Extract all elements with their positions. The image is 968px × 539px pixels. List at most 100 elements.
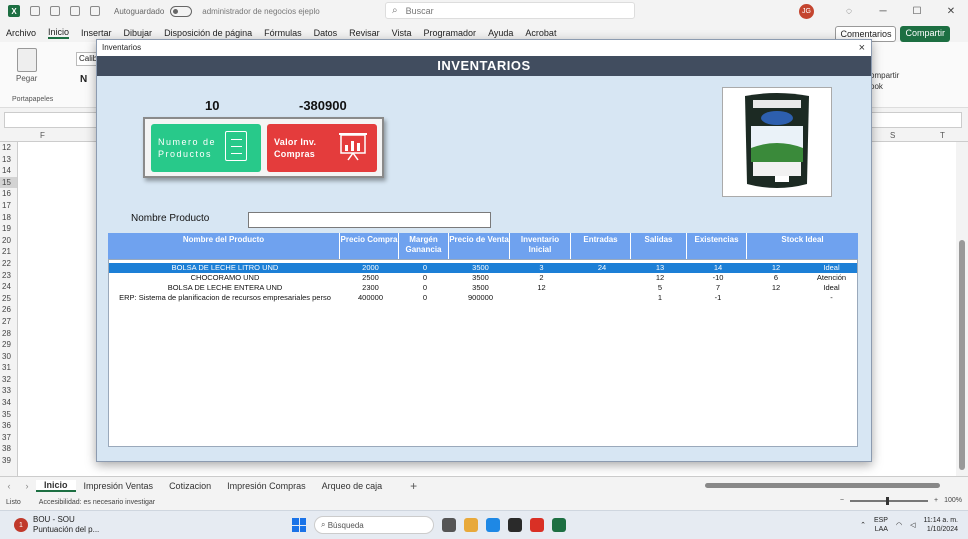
col-margen-ganancia[interactable]: Margén Ganancia (399, 233, 449, 259)
app-icon[interactable] (508, 518, 522, 532)
excel-search-box[interactable]: ⌕ Buscar (385, 2, 635, 19)
col-precio-venta[interactable]: Precio de Venta (449, 233, 510, 259)
menu-formulas[interactable]: Fórmulas (264, 28, 302, 38)
col-nombre-producto[interactable]: Nombre del Producto (108, 233, 340, 259)
status-accessibility[interactable]: Accesibilidad: es necesario investigar (39, 499, 155, 506)
file-explorer-icon[interactable] (464, 518, 478, 532)
row-header[interactable]: 28 (0, 328, 17, 340)
zoom-slider[interactable] (850, 496, 928, 505)
tab-inicio[interactable]: Inicio (36, 479, 76, 492)
menu-vista[interactable]: Vista (392, 28, 412, 38)
tab-next-icon[interactable]: › (18, 481, 36, 491)
menu-insertar[interactable]: Insertar (81, 28, 112, 38)
bold-button[interactable]: N (80, 74, 87, 85)
row-header[interactable]: 16 (0, 188, 17, 200)
dialog-close-button[interactable]: × (859, 40, 865, 56)
row-header[interactable]: 27 (0, 316, 17, 328)
wifi-icon[interactable]: ◠ (896, 521, 902, 529)
windows-start-icon[interactable] (292, 518, 306, 532)
row-header[interactable]: 34 (0, 397, 17, 409)
volume-icon[interactable]: ◁ (910, 521, 915, 529)
row-header[interactable]: 30 (0, 351, 17, 363)
tab-prev-icon[interactable]: ‹ (0, 481, 18, 491)
excel-taskbar-icon[interactable] (552, 518, 566, 532)
save-icon[interactable] (30, 6, 40, 16)
horizontal-scrollbar[interactable] (705, 483, 940, 488)
taskbar-search[interactable]: ⌕ Búsqueda (314, 516, 434, 534)
row-header[interactable]: 17 (0, 200, 17, 212)
undo-icon[interactable] (50, 6, 60, 16)
menu-datos[interactable]: Datos (314, 28, 338, 38)
clock[interactable]: 11:14 a. m. 1/10/2024 (923, 516, 958, 534)
add-sheet-icon[interactable]: + (410, 479, 417, 493)
ribbon-share-group[interactable]: ompartir ook (870, 70, 899, 92)
row-header[interactable]: 29 (0, 339, 17, 351)
share-button[interactable]: Compartir (900, 26, 950, 42)
tab-cotizacion[interactable]: Cotizacion (161, 481, 219, 491)
row-header[interactable]: 31 (0, 362, 17, 374)
table-row[interactable]: CHOCORAMO UND 2500 0 3500 2 12 -10 6 Atención (109, 273, 857, 283)
table-row[interactable]: BOLSA DE LECHE LITRO UND 2000 0 3500 3 24 13 14… (109, 263, 857, 273)
font-color-icon[interactable] (90, 6, 100, 16)
col-salidas[interactable]: Salidas (631, 233, 687, 259)
col-entradas[interactable]: Entradas (571, 233, 631, 259)
menu-disposicion[interactable]: Disposición de página (164, 28, 252, 38)
scrollbar-thumb[interactable] (959, 240, 965, 470)
product-name-input[interactable] (248, 212, 491, 228)
column-t[interactable]: T (940, 131, 945, 140)
row-header[interactable]: 23 (0, 270, 17, 282)
row-header[interactable]: 13 (0, 154, 17, 166)
inventory-table-body[interactable]: BOLSA DE LECHE LITRO UND 2000 0 3500 3 24 13 14… (108, 259, 858, 447)
menu-dibujar[interactable]: Dibujar (124, 28, 153, 38)
language-indicator[interactable]: ESP LAA (874, 516, 888, 534)
col-existencias[interactable]: Existencias (687, 233, 747, 259)
column-s[interactable]: S (890, 131, 895, 140)
row-header[interactable]: 32 (0, 374, 17, 386)
row-header[interactable]: 25 (0, 293, 17, 305)
row-header[interactable]: 38 (0, 443, 17, 455)
menu-acrobat[interactable]: Acrobat (525, 28, 556, 38)
row-header[interactable]: 22 (0, 258, 17, 270)
taskbar-widget[interactable]: 1 BOU - SOU Puntuación del p... (14, 515, 99, 535)
tab-impresion-ventas[interactable]: Impresión Ventas (76, 481, 162, 491)
task-view-icon[interactable] (442, 518, 456, 532)
menu-programador[interactable]: Programador (424, 28, 477, 38)
row-header[interactable]: 33 (0, 385, 17, 397)
row-header[interactable]: 36 (0, 420, 17, 432)
close-window-button[interactable]: ✕ (934, 6, 968, 17)
tab-impresion-compras[interactable]: Impresión Compras (219, 481, 314, 491)
table-row[interactable]: BOLSA DE LECHE ENTERA UND 2300 0 3500 12 5 7 12… (109, 283, 857, 293)
col-inventario-inicial[interactable]: Inventario Inicial (510, 233, 571, 259)
column-f[interactable]: F (40, 131, 45, 140)
product-count-card[interactable]: Numero de Productos (151, 124, 261, 172)
row-header[interactable]: 19 (0, 223, 17, 235)
col-precio-compra[interactable]: Precio Compra (340, 233, 399, 259)
row-header[interactable]: 15 (0, 176, 17, 189)
row-header[interactable]: 21 (0, 246, 17, 258)
tab-arqueo-caja[interactable]: Arqueo de caja (314, 481, 391, 491)
chrome-icon[interactable] (530, 518, 544, 532)
maximize-button[interactable]: ☐ (900, 6, 934, 17)
redo-icon[interactable] (70, 6, 80, 16)
lightbulb-icon[interactable]: ◌ (832, 6, 866, 17)
vertical-scrollbar[interactable] (956, 142, 968, 476)
avatar[interactable]: JG (799, 3, 814, 19)
zoom-out-icon[interactable]: − (840, 497, 844, 504)
row-header[interactable]: 24 (0, 281, 17, 293)
row-header[interactable]: 26 (0, 304, 17, 316)
autosave-toggle[interactable] (170, 5, 193, 17)
minimize-button[interactable]: ─ (866, 6, 900, 17)
zoom-level[interactable]: 100% (944, 497, 962, 504)
menu-ayuda[interactable]: Ayuda (488, 28, 513, 38)
paste-button[interactable]: Pegar (16, 48, 37, 83)
row-header[interactable]: 39 (0, 455, 17, 467)
menu-inicio[interactable]: Inicio (48, 27, 70, 39)
col-stock-ideal[interactable]: Stock Ideal (747, 233, 858, 259)
edge-icon[interactable] (486, 518, 500, 532)
inventory-value-card[interactable]: Valor Inv. Compras (267, 124, 377, 172)
menu-archivo[interactable]: Archivo (6, 28, 36, 38)
zoom-in-icon[interactable]: + (934, 497, 938, 504)
row-header[interactable]: 37 (0, 432, 17, 444)
row-header[interactable]: 14 (0, 165, 17, 177)
row-header[interactable]: 12 (0, 142, 17, 154)
